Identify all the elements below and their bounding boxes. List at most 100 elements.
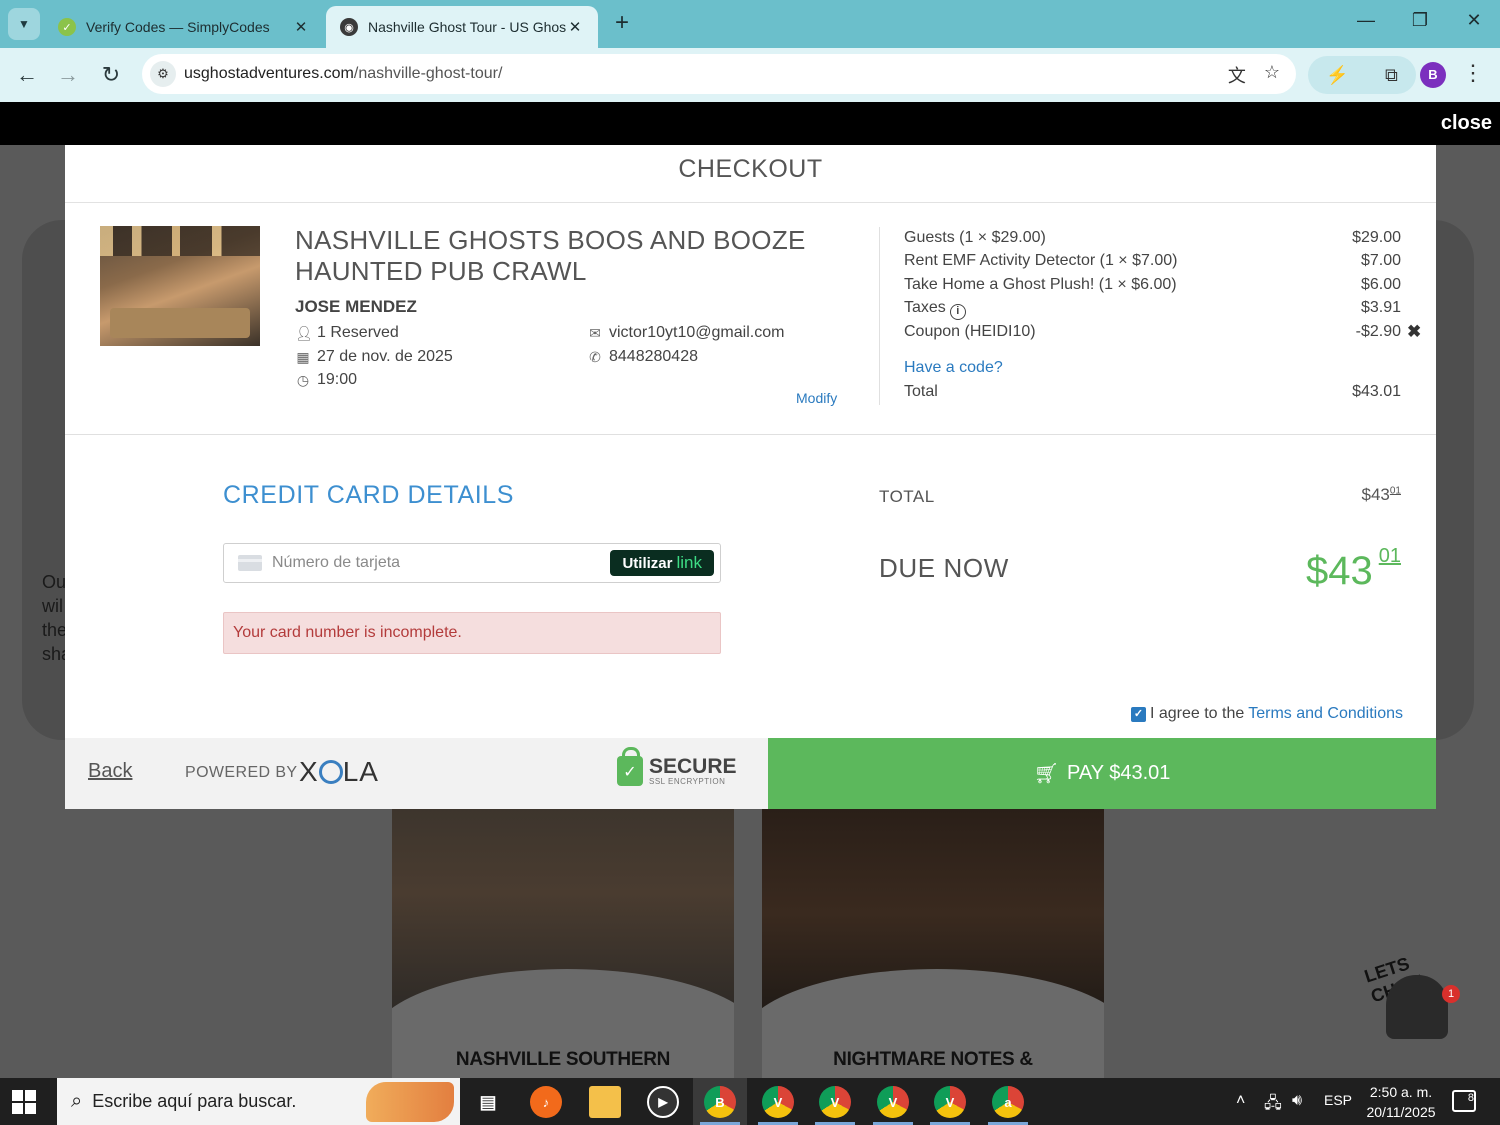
reserved-text: 1 Reserved xyxy=(317,324,399,341)
chrome-profile-icon[interactable]: V xyxy=(877,1086,909,1118)
price-line-coupon: Coupon (HEIDI10) -$2.90 xyxy=(904,323,1401,341)
chrome-profile-icon[interactable]: V xyxy=(762,1086,794,1118)
profile-avatar[interactable]: B xyxy=(1420,62,1446,88)
agree-checkbox[interactable]: ✓ xyxy=(1130,706,1146,722)
booking-summary: NASHVILLE GHOSTS BOOS AND BOOZE HAUNTED … xyxy=(65,203,1436,435)
pay-button-label: PAY $43.01 xyxy=(1066,762,1171,784)
chrome-profile-icon[interactable]: V xyxy=(819,1086,851,1118)
taskbar-search-box[interactable]: ⌕ Escribe aquí para buscar. xyxy=(57,1078,460,1125)
checkout-title: CHECKOUT xyxy=(65,145,1436,203)
xola-logo-o xyxy=(318,760,343,784)
windows-taskbar: ⌕ Escribe aquí para buscar. ▤ ♪ ▶ B V V … xyxy=(0,1078,1500,1125)
back-arrow-icon[interactable]: ← xyxy=(12,60,42,90)
remove-coupon-icon[interactable]: ✖ xyxy=(1407,322,1421,342)
chrome-profile-icon[interactable]: V xyxy=(934,1086,966,1118)
link-button-prefix: Utilizar xyxy=(622,554,673,572)
search-icon: ⌕ xyxy=(71,1090,83,1112)
powered-by-text: POWERED BY xyxy=(185,764,298,781)
chrome-profile-icon[interactable]: B xyxy=(704,1086,736,1118)
tour-card-title: NASHVILLE SOUTHERN xyxy=(455,1049,671,1070)
url-path: /nashville-ghost-tour/ xyxy=(353,65,503,82)
background-left-text: Ou wil the sha xyxy=(42,572,66,664)
address-bar[interactable]: ⚙ usghostadventures.com/nashville-ghost-… xyxy=(142,54,1296,94)
clock-date: 20/11/2025 xyxy=(1366,1104,1436,1120)
extensions-puzzle-icon[interactable]: ⧉ xyxy=(1385,65,1398,86)
notification-center-icon[interactable]: 8 xyxy=(1452,1090,1476,1112)
task-view-icon[interactable]: ▤ xyxy=(472,1086,504,1118)
file-explorer-icon[interactable] xyxy=(589,1086,621,1118)
agree-text: I agree to the xyxy=(1149,705,1245,722)
taskbar-clock[interactable]: 2:50 a. m. 20/11/2025 xyxy=(1356,1082,1446,1122)
total-amount: $43.01 xyxy=(1352,383,1401,400)
checkout-footer: Back POWERED BY X LA ✓ SECURE SSL ENCRYPT… xyxy=(65,738,1436,809)
person-icon: 👤︎ xyxy=(295,324,313,341)
stripe-link-button[interactable]: Utilizar link xyxy=(610,550,714,576)
line-item-label: Rent EMF Activity Detector (1 × $7.00) xyxy=(904,252,1178,269)
back-link[interactable]: Back xyxy=(88,760,132,783)
windows-start-icon[interactable] xyxy=(12,1090,36,1114)
tab-simplycodes[interactable]: ✓ Verify Codes — SimplyCodes ✕ xyxy=(44,6,324,48)
phone-text: 8448280428 xyxy=(609,348,698,365)
tour-date: ▦ 27 de nov. de 2025 xyxy=(295,348,453,366)
network-icon[interactable]: 🖧︎ xyxy=(1264,1092,1282,1119)
date-text: 27 de nov. de 2025 xyxy=(317,348,453,365)
have-a-code-link[interactable]: Have a code? xyxy=(904,359,1003,377)
search-highlight-graphic xyxy=(366,1082,454,1122)
close-tab-icon[interactable]: ✕ xyxy=(292,18,310,36)
checkout-modal: CHECKOUT NASHVILLE GHOSTS BOOS AND BOOZE… xyxy=(65,145,1436,809)
chrome-profile-icon[interactable]: a xyxy=(992,1086,1024,1118)
card-number-placeholder[interactable]: Número de tarjeta xyxy=(272,554,610,572)
taskbar-search-placeholder[interactable]: Escribe aquí para buscar. xyxy=(92,1091,296,1112)
extension-lightning-icon[interactable]: ⚡ xyxy=(1326,65,1348,86)
language-indicator[interactable]: ESP xyxy=(1324,1092,1352,1108)
link-brand-text: link xyxy=(676,553,702,572)
fl-studio-icon[interactable]: ♪ xyxy=(530,1086,562,1118)
reserved-count: 👤︎ 1 Reserved xyxy=(295,324,399,342)
new-tab-plus-icon[interactable]: + xyxy=(608,10,636,38)
close-tab-icon[interactable]: ✕ xyxy=(566,18,584,36)
browser-toolbar: ← → ↻ ⚙ usghostadventures.com/nashville-… xyxy=(0,48,1500,102)
tab-nashville-ghost-tour[interactable]: ◉ Nashville Ghost Tour - US Ghos ✕ xyxy=(326,6,598,48)
customer-phone: ✆ 8448280428 xyxy=(587,348,698,366)
summary-total-amount: $4301 xyxy=(1361,485,1402,504)
bookmark-star-icon[interactable]: ☆ xyxy=(1264,62,1280,88)
tray-chevron-up-icon[interactable]: ˄ xyxy=(1236,1092,1245,1110)
customer-email: ✉ victor10yt10@gmail.com xyxy=(587,324,784,342)
restore-window-icon[interactable]: ❐ xyxy=(1400,10,1440,38)
info-icon[interactable]: i xyxy=(949,304,966,320)
background-tour-card[interactable]: NASHVILLE SOUTHERN xyxy=(392,809,734,1079)
url-text[interactable]: usghostadventures.com/nashville-ghost-to… xyxy=(184,65,502,83)
clock-time: 2:50 a. m. xyxy=(1369,1084,1433,1100)
line-item-amount: $3.91 xyxy=(1360,299,1401,316)
time-text: 19:00 xyxy=(317,371,358,388)
browser-menu-kebab-icon[interactable]: ⋮ xyxy=(1462,60,1484,86)
reload-icon[interactable]: ↻ xyxy=(96,60,126,90)
chat-unread-badge: 1 xyxy=(1442,985,1460,1003)
terms-and-conditions-link[interactable]: Terms and Conditions xyxy=(1248,705,1403,723)
volume-icon[interactable]: 🔊︎ xyxy=(1292,1092,1302,1110)
background-tour-card[interactable]: NIGHTMARE NOTES & xyxy=(762,809,1104,1079)
modify-booking-link[interactable]: Modify xyxy=(796,390,837,406)
media-player-icon[interactable]: ▶ xyxy=(647,1086,679,1118)
price-line-total: Total $43.01 xyxy=(904,383,1401,401)
tour-card-title: NIGHTMARE NOTES & xyxy=(833,1049,1033,1070)
overlay-close-button[interactable]: close xyxy=(1441,112,1492,135)
ssl-secure-badge: ✓ SECURE SSL ENCRYPTION xyxy=(617,747,737,786)
close-window-icon[interactable]: ✕ xyxy=(1454,10,1494,38)
forward-arrow-icon[interactable]: → xyxy=(53,60,83,90)
pay-button[interactable]: 🛒︎ PAY $43.01 xyxy=(768,738,1436,809)
tab-search-button[interactable]: ▼ xyxy=(8,8,40,40)
clock-icon: ◷ xyxy=(296,371,310,388)
price-line-taxes: Taxes i $3.91 xyxy=(904,299,1401,320)
card-number-field[interactable]: Número de tarjeta Utilizar link xyxy=(223,543,721,583)
url-domain: usghostadventures.com xyxy=(184,65,354,82)
lock-icon: ✓ xyxy=(617,747,643,786)
chat-widget-button[interactable]: LETS CHAT! 1 xyxy=(1362,947,1466,1042)
site-info-tune-icon[interactable]: ⚙ xyxy=(150,61,176,87)
minimize-window-icon[interactable]: — xyxy=(1346,10,1386,38)
translate-icon[interactable]: 文 xyxy=(1228,62,1246,88)
phone-icon: ✆ xyxy=(589,348,601,365)
ghost-chat-icon xyxy=(1386,975,1448,1039)
price-line-emf-detector: Rent EMF Activity Detector (1 × $7.00) $… xyxy=(904,252,1401,270)
price-line-guests: Guests (1 × $29.00) $29.00 xyxy=(904,229,1401,247)
